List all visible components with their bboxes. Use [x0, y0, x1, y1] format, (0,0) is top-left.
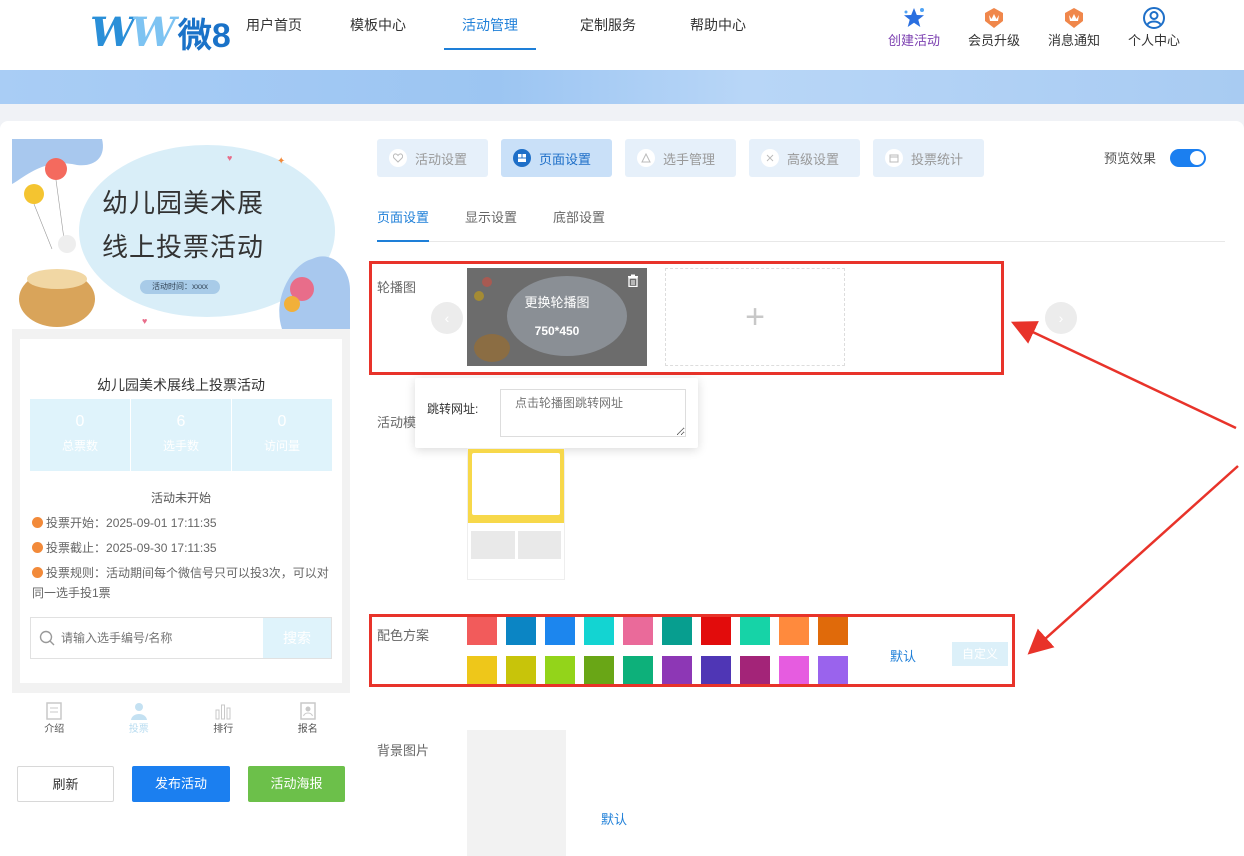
jump-url-label: 跳转网址: [427, 402, 479, 416]
svg-text:♥: ♥ [227, 153, 232, 163]
activity-title: 幼儿园美术展线上投票活动 [97, 377, 265, 393]
user-circle-icon [1114, 6, 1194, 30]
preview-toggle-row: 预览效果 [1104, 148, 1207, 167]
notifications-link[interactable]: 消息通知 [1034, 6, 1114, 49]
member-upgrade-link[interactable]: 会员升级 [954, 6, 1034, 49]
stats-panel: 0 总票数 6 选手数 0 访问量 [30, 399, 332, 471]
crown-badge-icon [954, 6, 1034, 30]
settings-tabs: 活动设置 页面设置 选手管理 高级设置 投票统计 [377, 139, 997, 177]
info-dot-icon [32, 517, 43, 528]
phone-hero-image: ✦ ♥ ♥ 幼儿园美术展 线上投票活动 活动时间：xxxx [12, 139, 350, 329]
calendar-icon [885, 149, 903, 167]
personal-center-link[interactable]: 个人中心 [1114, 6, 1194, 49]
background-image-label: 背景图片 [377, 743, 430, 758]
nav-item-activity-management[interactable]: 活动管理 [444, 0, 536, 50]
contestant-search: 搜索 [30, 617, 332, 659]
info-dot-icon [32, 567, 43, 578]
jump-url-input[interactable] [500, 389, 686, 437]
tab-signup[interactable]: 报名 [266, 694, 351, 742]
crown-badge-icon [1034, 6, 1114, 30]
background-default-button[interactable]: 默认 [601, 809, 627, 828]
hero-title-line2: 线上投票活动 [102, 232, 265, 262]
bar-chart-icon [181, 694, 266, 720]
chevron-right-icon: › [1058, 310, 1064, 326]
search-button[interactable]: 搜索 [263, 618, 331, 658]
carousel-highlight-box [369, 261, 1004, 375]
activity-poster-button[interactable]: 活动海报 [248, 766, 345, 802]
triangle-user-icon [637, 149, 655, 167]
nav-item-templates[interactable]: 模板中心 [322, 0, 434, 50]
tab-advanced-settings[interactable]: 高级设置 [749, 139, 860, 177]
vote-rule-info: 投票规则：活动期间每个微信号只可以投3次，可以对同一选手投1票 [32, 566, 329, 600]
hero-time: 活动时间：xxxx [140, 280, 220, 294]
subtab-display-settings[interactable]: 显示设置 [465, 205, 517, 241]
nav-item-custom-service[interactable]: 定制服务 [548, 0, 668, 50]
search-input[interactable] [31, 618, 263, 658]
jump-url-popup: 跳转网址: [415, 378, 698, 448]
header-banner [0, 70, 1244, 104]
tab-vote[interactable]: 投票 [97, 694, 182, 742]
nav-item-help[interactable]: 帮助中心 [668, 0, 768, 50]
color-scheme-highlight-box [369, 614, 1015, 687]
phone-info-card: 幼儿园美术展线上投票活动 0 总票数 6 选手数 0 访问量 活动未开始 投票开… [12, 329, 350, 693]
publish-activity-button[interactable]: 发布活动 [132, 766, 230, 802]
document-icon [12, 694, 97, 720]
tools-icon [761, 149, 779, 167]
preview-label: 预览效果 [1104, 151, 1157, 166]
create-activity-link[interactable]: 创建活动 [874, 6, 954, 49]
carousel-next-button[interactable]: › [1045, 302, 1077, 334]
layout-icon [513, 149, 531, 167]
hero-title-line1: 幼儿园美术展 [102, 188, 265, 218]
svg-text:✦: ✦ [277, 156, 285, 167]
stat-contestants: 6 选手数 [131, 399, 232, 471]
info-dot-icon [32, 542, 43, 553]
tab-activity-settings[interactable]: 活动设置 [377, 139, 488, 177]
stat-visits: 0 访问量 [263, 413, 300, 453]
template-label: 活动模 [377, 415, 417, 430]
logo[interactable]: WW 微8 [90, 8, 231, 57]
search-icon [39, 630, 55, 649]
phone-tabbar: 介绍 投票 排行 报名 [12, 694, 350, 742]
sub-tabs: 页面设置 显示设置 底部设置 [377, 205, 1225, 242]
tab-vote-statistics[interactable]: 投票统计 [873, 139, 984, 177]
top-nav: WW 微8 用户首页 模板中心 活动管理 定制服务 帮助中心 创建活动 会员升级… [0, 0, 1244, 68]
template-thumbnail[interactable] [467, 448, 565, 580]
subtab-footer-settings[interactable]: 底部设置 [553, 205, 605, 241]
nav-right: 创建活动 会员升级 消息通知 个人中心 [874, 6, 1194, 49]
tab-ranking[interactable]: 排行 [181, 694, 266, 742]
refresh-button[interactable]: 刷新 [17, 766, 114, 802]
nav-item-home[interactable]: 用户首页 [226, 0, 322, 50]
subtab-page-settings[interactable]: 页面设置 [377, 205, 430, 242]
tab-contestant-management[interactable]: 选手管理 [625, 139, 736, 177]
star-icon [874, 6, 954, 30]
vote-start-info: 投票开始：2025-09-01 17:11:35 [32, 513, 332, 533]
tab-page-settings[interactable]: 页面设置 [501, 139, 612, 177]
id-card-icon [266, 694, 351, 720]
stat-total-votes: 0 总票数 [30, 399, 131, 471]
main-nav: 用户首页 模板中心 活动管理 定制服务 帮助中心 [226, 0, 768, 50]
logo-mark: W [90, 9, 135, 56]
tab-intro[interactable]: 介绍 [12, 694, 97, 742]
vote-end-info: 投票截止：2025-09-30 17:11:35 [32, 538, 332, 558]
person-icon [97, 694, 182, 720]
activity-status: 活动未开始 [150, 491, 211, 505]
preview-toggle[interactable] [1170, 148, 1207, 167]
svg-text:♥: ♥ [142, 316, 147, 326]
logo-text: 微8 [177, 17, 231, 55]
heart-icon [389, 149, 407, 167]
background-image-thumbnail[interactable] [467, 730, 566, 856]
